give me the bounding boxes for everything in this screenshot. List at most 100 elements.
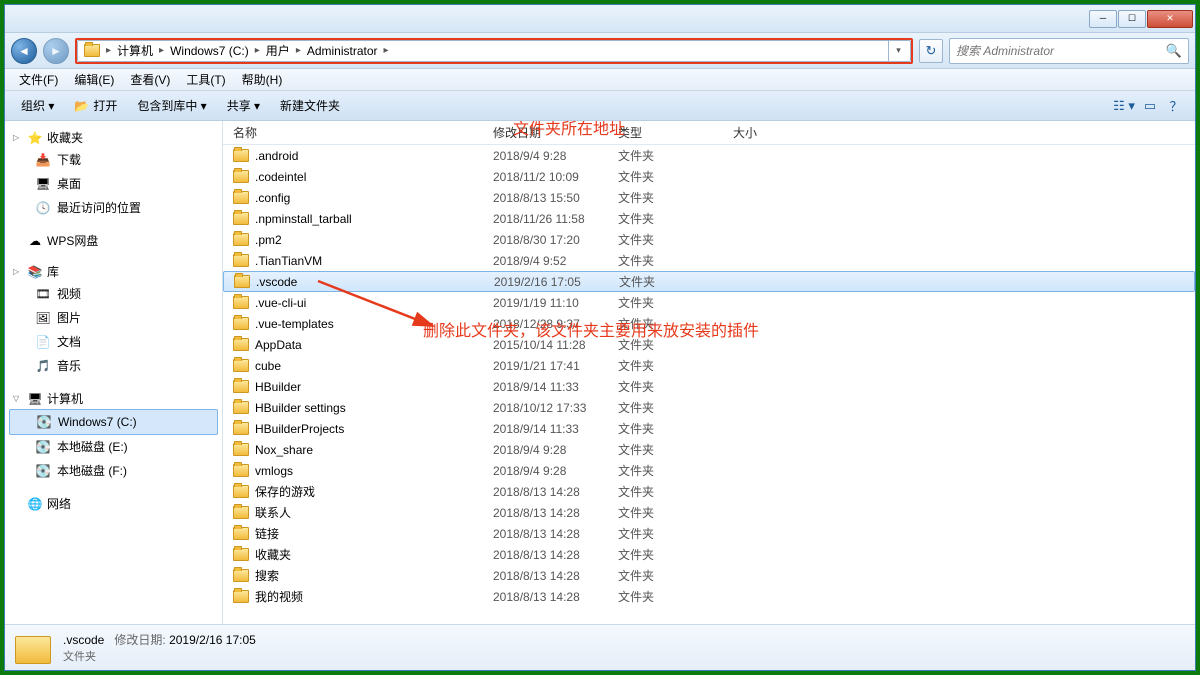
chevron-right-icon[interactable]: ▸	[157, 45, 166, 56]
file-type: 文件夹	[608, 378, 723, 395]
back-button[interactable]: ◄	[11, 38, 37, 64]
file-row[interactable]: 收藏夹 2018/8/13 14:28 文件夹	[223, 544, 1195, 565]
col-name[interactable]: 名称	[223, 124, 483, 141]
refresh-button[interactable]: ↻	[919, 39, 943, 63]
status-type: 文件夹	[63, 648, 256, 664]
file-row[interactable]: .codeintel 2018/11/2 10:09 文件夹	[223, 166, 1195, 187]
sidebar-item-desktop[interactable]: 🖥桌面	[5, 172, 222, 196]
sidebar-item-downloads[interactable]: 📥下载	[5, 148, 222, 172]
col-date[interactable]: 修改日期	[483, 124, 608, 141]
cmd-share[interactable]: 共享 ▾	[217, 97, 270, 114]
recent-icon: 🕓	[35, 200, 51, 216]
file-type: 文件夹	[608, 525, 723, 542]
file-row[interactable]: HBuilder settings 2018/10/12 17:33 文件夹	[223, 397, 1195, 418]
chevron-right-icon[interactable]: ▸	[382, 45, 391, 56]
file-row[interactable]: Nox_share 2018/9/4 9:28 文件夹	[223, 439, 1195, 460]
cmd-organize[interactable]: 组织 ▾	[11, 97, 64, 114]
sidebar-item-pictures[interactable]: 🖼图片	[5, 306, 222, 330]
folder-icon	[233, 590, 249, 603]
view-options-button[interactable]: ☷ ▾	[1111, 98, 1137, 114]
star-icon: ⭐	[27, 130, 43, 146]
file-row[interactable]: 保存的游戏 2018/8/13 14:28 文件夹	[223, 481, 1195, 502]
sidebar-network[interactable]: 🌐网络	[5, 493, 222, 514]
menu-view[interactable]: 查看(V)	[122, 71, 178, 88]
sidebar-computer[interactable]: ▽🖥计算机	[5, 388, 222, 409]
file-row[interactable]: .npminstall_tarball 2018/11/26 11:58 文件夹	[223, 208, 1195, 229]
menu-help[interactable]: 帮助(H)	[234, 71, 291, 88]
status-folder-icon	[15, 632, 51, 664]
file-row[interactable]: .android 2018/9/4 9:28 文件夹	[223, 145, 1195, 166]
menu-edit[interactable]: 编辑(E)	[66, 71, 122, 88]
folder-icon	[233, 233, 249, 246]
file-row[interactable]: 搜索 2018/8/13 14:28 文件夹	[223, 565, 1195, 586]
address-dropdown[interactable]: ▾	[888, 41, 908, 61]
sidebar-item-videos[interactable]: 🎞视频	[5, 282, 222, 306]
cmd-include[interactable]: 包含到库中 ▾	[127, 97, 216, 114]
folder-icon	[233, 506, 249, 519]
file-row[interactable]: cube 2019/1/21 17:41 文件夹	[223, 355, 1195, 376]
breadcrumb-computer[interactable]: 计算机	[113, 42, 157, 59]
breadcrumb-drive[interactable]: Windows7 (C:)	[166, 44, 253, 58]
sidebar-item-drive-c[interactable]: 💽Windows7 (C:)	[9, 409, 218, 435]
file-row[interactable]: HBuilder 2018/9/14 11:33 文件夹	[223, 376, 1195, 397]
file-row[interactable]: .vue-cli-ui 2019/1/19 11:10 文件夹	[223, 292, 1195, 313]
file-row[interactable]: AppData 2015/10/14 11:28 文件夹	[223, 334, 1195, 355]
chevron-right-icon[interactable]: ▸	[253, 45, 262, 56]
file-row[interactable]: vmlogs 2018/9/4 9:28 文件夹	[223, 460, 1195, 481]
sidebar-favorites[interactable]: ▷⭐收藏夹	[5, 127, 222, 148]
maximize-button[interactable]: ☐	[1118, 10, 1146, 28]
folder-icon	[233, 149, 249, 162]
file-date: 2019/1/21 17:41	[483, 359, 608, 373]
breadcrumb-users[interactable]: 用户	[262, 42, 294, 59]
file-row[interactable]: 我的视频 2018/8/13 14:28 文件夹	[223, 586, 1195, 607]
sidebar-item-music[interactable]: 🎵音乐	[5, 354, 222, 378]
breadcrumb-administrator[interactable]: Administrator	[303, 44, 382, 58]
folder-icon	[233, 317, 249, 330]
file-name: .vue-cli-ui	[255, 296, 306, 310]
file-row[interactable]: 链接 2018/8/13 14:28 文件夹	[223, 523, 1195, 544]
search-box[interactable]: 🔍	[949, 38, 1189, 64]
file-type: 文件夹	[608, 357, 723, 374]
chevron-right-icon[interactable]: ▸	[104, 45, 113, 56]
file-date: 2018/9/14 11:33	[483, 422, 608, 436]
help-button[interactable]: ？	[1163, 96, 1189, 115]
file-row[interactable]: .vue-templates 2018/12/28 9:37 文件夹	[223, 313, 1195, 334]
menu-file[interactable]: 文件(F)	[11, 71, 66, 88]
file-name: 收藏夹	[255, 546, 291, 563]
sidebar-item-recent[interactable]: 🕓最近访问的位置	[5, 196, 222, 220]
cmd-open[interactable]: 📂打开	[64, 97, 127, 114]
forward-button[interactable]: ►	[43, 38, 69, 64]
file-row[interactable]: HBuilderProjects 2018/9/14 11:33 文件夹	[223, 418, 1195, 439]
folder-icon	[83, 42, 101, 60]
sidebar-item-drive-e[interactable]: 💽本地磁盘 (E:)	[5, 435, 222, 459]
col-type[interactable]: 类型	[608, 124, 723, 141]
document-icon: 📄	[35, 334, 51, 350]
sidebar-wps[interactable]: ☁WPS网盘	[5, 230, 222, 251]
preview-pane-button[interactable]: ▭	[1137, 98, 1163, 114]
search-input[interactable]	[956, 44, 1166, 58]
sidebar-item-drive-f[interactable]: 💽本地磁盘 (F:)	[5, 459, 222, 483]
search-icon[interactable]: 🔍	[1166, 43, 1182, 59]
file-date: 2018/8/13 15:50	[483, 191, 608, 205]
drive-icon: 💽	[35, 463, 51, 479]
file-row[interactable]: 联系人 2018/8/13 14:28 文件夹	[223, 502, 1195, 523]
file-date: 2018/8/13 14:28	[483, 548, 608, 562]
sidebar-libraries[interactable]: ▷📚库	[5, 261, 222, 282]
file-row[interactable]: .config 2018/8/13 15:50 文件夹	[223, 187, 1195, 208]
file-name: .codeintel	[255, 170, 306, 184]
col-size[interactable]: 大小	[723, 124, 803, 141]
file-date: 2018/8/13 14:28	[483, 506, 608, 520]
close-button[interactable]: ✕	[1147, 10, 1193, 28]
file-row[interactable]: .pm2 2018/8/30 17:20 文件夹	[223, 229, 1195, 250]
file-date: 2018/8/13 14:28	[483, 485, 608, 499]
sidebar-item-documents[interactable]: 📄文档	[5, 330, 222, 354]
cmd-newfolder[interactable]: 新建文件夹	[270, 97, 350, 114]
file-row[interactable]: .TianTianVM 2018/9/4 9:52 文件夹	[223, 250, 1195, 271]
file-name: 我的视频	[255, 588, 303, 605]
file-row[interactable]: .vscode 2019/2/16 17:05 文件夹	[223, 271, 1195, 292]
menu-tools[interactable]: 工具(T)	[178, 71, 233, 88]
chevron-right-icon[interactable]: ▸	[294, 45, 303, 56]
address-bar[interactable]: ▸ 计算机 ▸ Windows7 (C:) ▸ 用户 ▸ Administrat…	[77, 40, 911, 62]
file-type: 文件夹	[608, 210, 723, 227]
minimize-button[interactable]: ─	[1089, 10, 1117, 28]
